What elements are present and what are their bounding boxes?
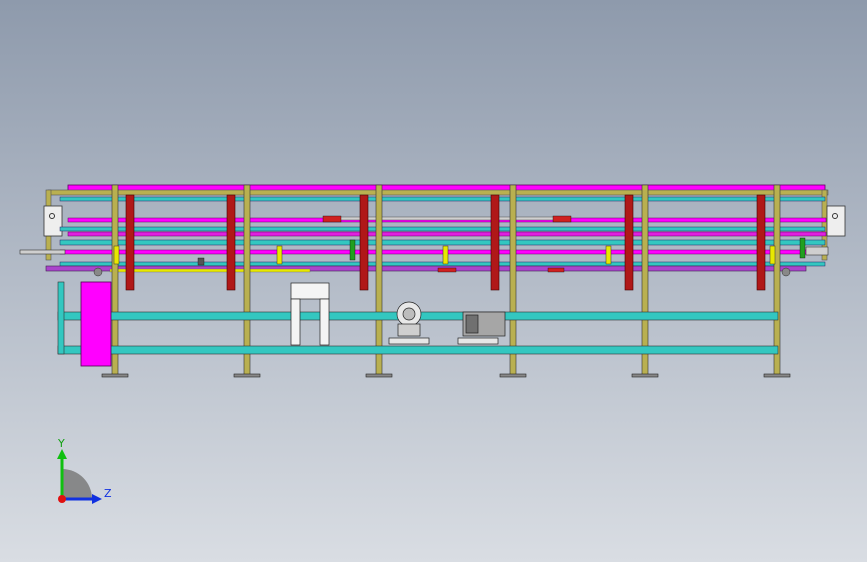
control-box xyxy=(80,281,112,367)
cad-viewport[interactable]: Y Z xyxy=(0,0,867,562)
magenta-rail-3 xyxy=(59,249,826,255)
lower-left-frame xyxy=(57,281,65,355)
magenta-rail-2 xyxy=(67,231,827,237)
teal-rail-2 xyxy=(59,226,826,232)
y-axis-label: Y xyxy=(57,437,65,450)
teal-rail-4 xyxy=(59,261,826,267)
drive-motor xyxy=(457,311,506,345)
axis-triad: Y Z xyxy=(57,437,112,504)
triad-quadrant xyxy=(62,469,92,499)
right-bracket xyxy=(805,246,829,256)
outer-frame-top xyxy=(47,189,829,196)
teal-rail-1 xyxy=(59,196,826,202)
yellow-clamps xyxy=(113,245,776,265)
x-axis-dot xyxy=(58,495,66,503)
right-end-plate xyxy=(826,205,846,237)
left-shaft xyxy=(19,249,66,255)
lower-teal-rail-2 xyxy=(57,345,779,355)
left-end-plate xyxy=(43,205,63,237)
yellow-bar xyxy=(109,268,311,273)
y-axis-arrow xyxy=(57,449,67,459)
teal-rail-3 xyxy=(59,239,826,246)
leg-feet xyxy=(101,373,791,378)
z-axis-label: Z xyxy=(104,487,112,500)
conveyor-model[interactable] xyxy=(0,0,867,562)
z-axis-arrow xyxy=(92,494,102,504)
gearbox xyxy=(388,301,430,345)
